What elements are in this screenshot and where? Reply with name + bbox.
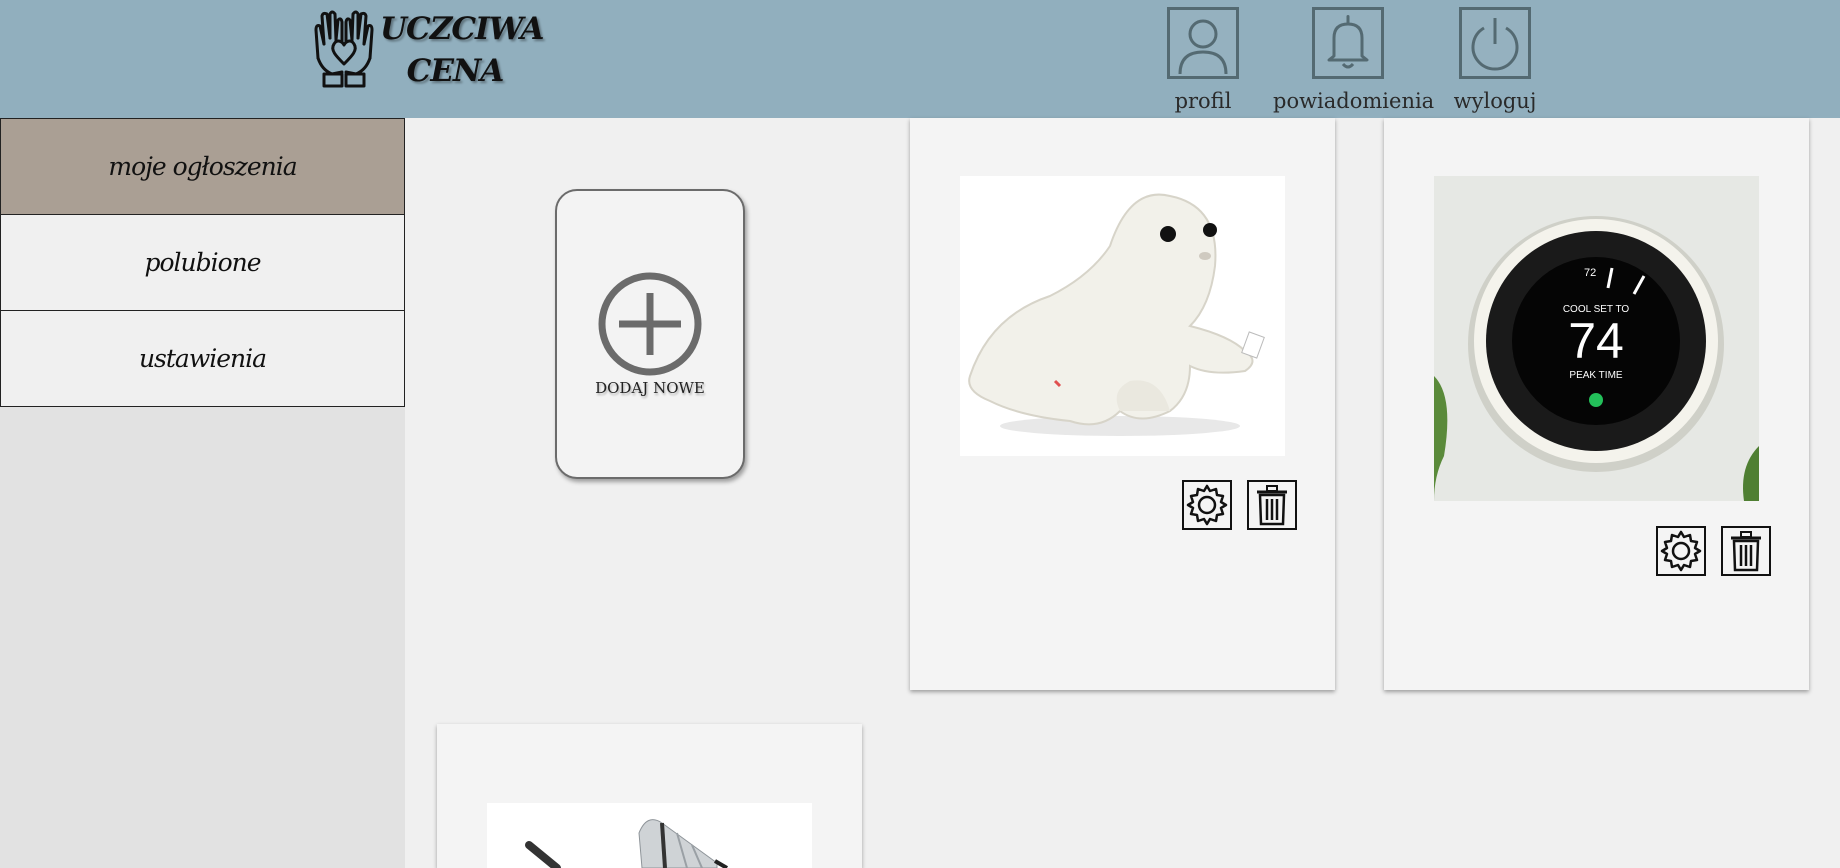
logo-text: UCZCIWA CENA: [380, 8, 544, 92]
nav-logout-label: wyloguj: [1453, 89, 1537, 113]
sidebar: moje ogłoszenia polubione ustawienia: [0, 118, 405, 868]
top-header: UCZCIWA CENA profil powiadomienia wylogu…: [0, 0, 1840, 118]
listing-image-thermostat[interactable]: 72 COOL SET TO 74 PEAK TIME: [1434, 176, 1759, 501]
nav-notifications-label: powiadomienia: [1273, 89, 1435, 113]
bell-icon[interactable]: [1312, 7, 1384, 79]
listing-card[interactable]: [437, 724, 862, 868]
nav-logout[interactable]: wyloguj: [1445, 7, 1545, 113]
edit-listing-button[interactable]: [1656, 526, 1706, 576]
nav-notifications[interactable]: powiadomienia: [1273, 7, 1435, 113]
gear-icon: [1186, 484, 1228, 526]
gear-icon: [1660, 530, 1702, 572]
nav-profile-label: profil: [1174, 89, 1232, 113]
power-icon[interactable]: [1459, 7, 1531, 79]
edit-listing-button[interactable]: [1182, 480, 1232, 530]
delete-listing-button[interactable]: [1721, 526, 1771, 576]
trash-icon: [1257, 485, 1287, 526]
listing-image-stroller[interactable]: [487, 803, 812, 868]
listing-image-seal-plush[interactable]: [960, 176, 1285, 456]
trash-icon: [1731, 531, 1761, 572]
hands-heart-logo-icon: [314, 10, 374, 88]
sidebar-item-liked[interactable]: polubione: [0, 214, 405, 311]
sidebar-item-my-listings[interactable]: moje ogłoszenia: [0, 118, 405, 215]
delete-listing-button[interactable]: [1247, 480, 1297, 530]
listing-card[interactable]: [910, 118, 1335, 690]
add-new-listing-button[interactable]: DODAJ NOWE: [555, 189, 745, 479]
site-logo[interactable]: UCZCIWA CENA: [312, 6, 544, 92]
add-new-label: DODAJ NOWE: [595, 379, 705, 397]
thermostat-top-value: 72: [1584, 267, 1596, 279]
thermostat-value: 74: [1568, 313, 1624, 369]
logo-line-2: CENA: [406, 53, 505, 89]
nav-profile[interactable]: profil: [1167, 7, 1239, 113]
logo-line-1: UCZCIWA: [380, 11, 544, 47]
thermostat-status: PEAK TIME: [1569, 370, 1622, 381]
listing-card[interactable]: 72 COOL SET TO 74 PEAK TIME: [1384, 118, 1809, 690]
user-icon[interactable]: [1167, 7, 1239, 79]
plus-circle-icon: [598, 272, 702, 376]
sidebar-item-settings[interactable]: ustawienia: [0, 310, 405, 407]
